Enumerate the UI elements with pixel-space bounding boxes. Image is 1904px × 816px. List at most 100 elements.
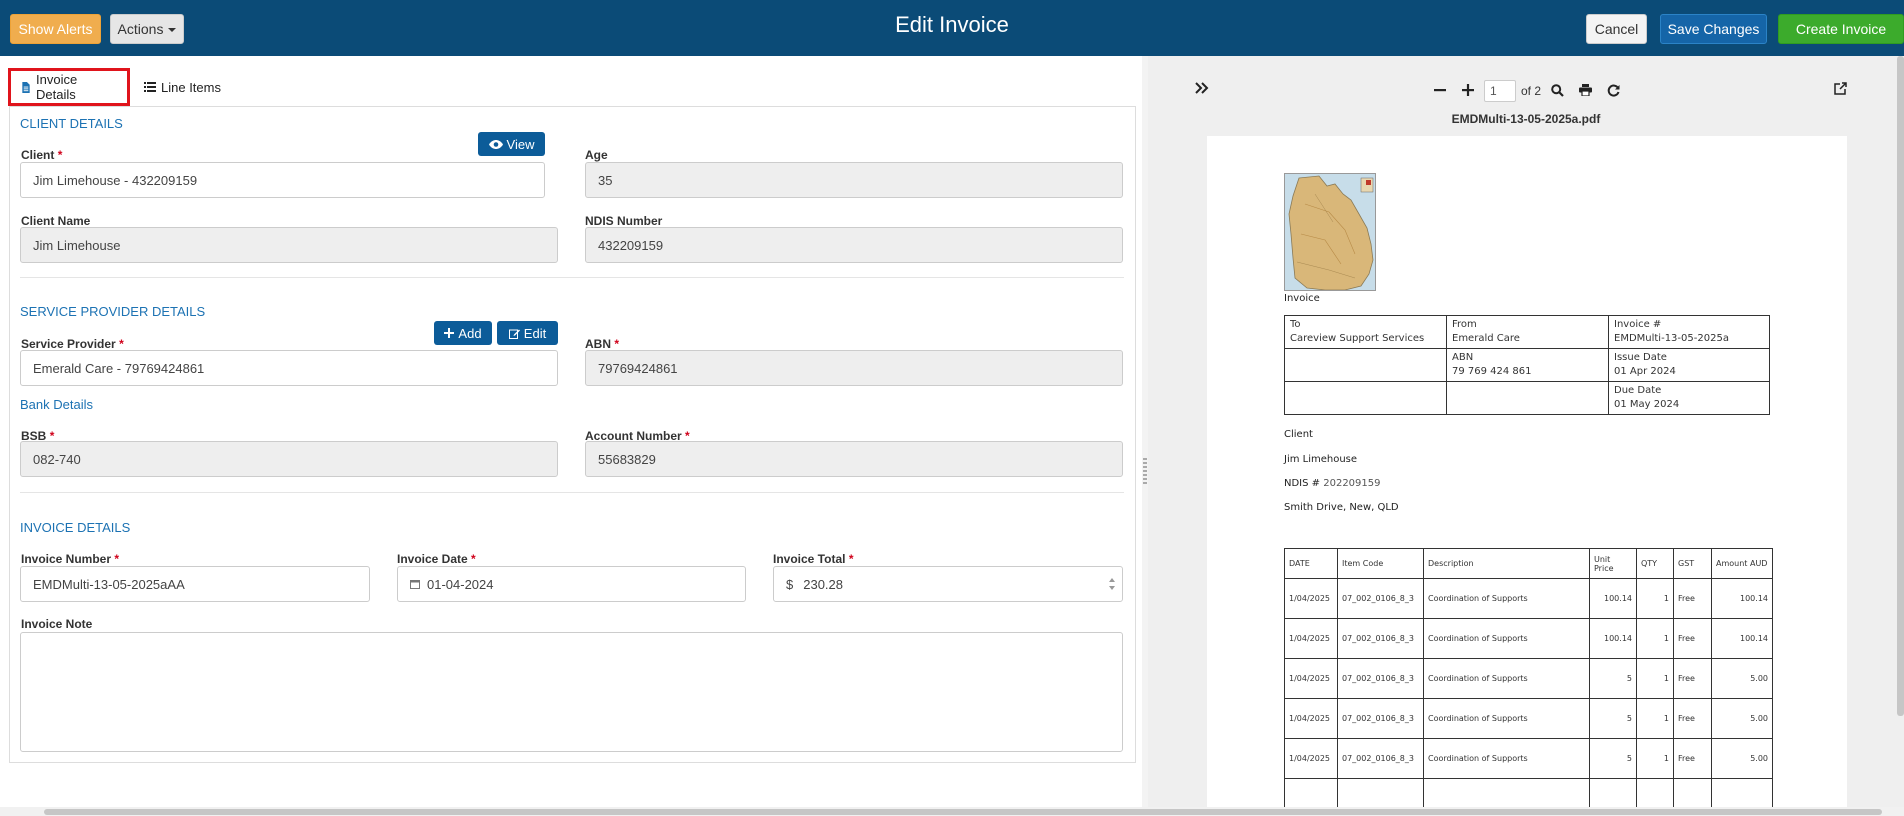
invoice-total-label: Invoice Total * bbox=[773, 552, 854, 566]
actions-label: Actions bbox=[117, 21, 164, 37]
pdf-abn-cell: ABN 79 769 424 861 bbox=[1446, 348, 1609, 382]
pdf-due-label: Due Date bbox=[1614, 385, 1662, 396]
horizontal-scrollbar-thumb[interactable] bbox=[44, 809, 1882, 815]
pdf-line-cell: 1 bbox=[1636, 698, 1674, 739]
page-number-value: 1 bbox=[1490, 84, 1497, 98]
zoom-out-icon[interactable] bbox=[1432, 82, 1448, 98]
add-provider-button[interactable]: Add bbox=[434, 321, 492, 345]
client-select[interactable]: Jim Limehouse - 432209159 bbox=[20, 162, 545, 198]
pdf-line-cell: 100.14 bbox=[1589, 578, 1637, 619]
pdf-col-description: Description bbox=[1423, 548, 1590, 579]
invoice-note-textarea[interactable] bbox=[20, 632, 1123, 752]
file-icon bbox=[22, 81, 30, 93]
external-link-icon[interactable] bbox=[1832, 80, 1848, 96]
pdf-line-items-table: DATE Item Code Description Unit Price QT… bbox=[1284, 548, 1773, 809]
pdf-line-cell: Free bbox=[1673, 578, 1712, 619]
tab-invoice-details[interactable]: Invoice Details bbox=[8, 68, 130, 106]
collapse-panel-icon[interactable] bbox=[1194, 80, 1210, 96]
cancel-label: Cancel bbox=[1594, 21, 1639, 37]
pdf-to-cell: To Careview Support Services bbox=[1284, 315, 1447, 349]
pdf-ndis-label: NDIS # bbox=[1284, 478, 1321, 489]
pdf-col-date: DATE bbox=[1284, 548, 1338, 579]
edit-provider-label: Edit bbox=[523, 325, 547, 341]
pdf-line-cell: Coordination of Supports bbox=[1423, 698, 1590, 739]
pdf-line-cell: 1/04/2025 bbox=[1284, 738, 1338, 779]
pdf-line-cell: Coordination of Supports bbox=[1423, 578, 1590, 619]
tab-line-items[interactable]: Line Items bbox=[134, 68, 234, 106]
list-icon bbox=[144, 82, 156, 92]
pdf-from-label: From bbox=[1452, 319, 1477, 330]
invoice-number-label: Invoice Number * bbox=[21, 552, 120, 566]
account-number-field: 55683829 bbox=[585, 441, 1123, 477]
calendar-icon bbox=[410, 580, 420, 589]
show-alerts-button[interactable]: Show Alerts bbox=[10, 14, 101, 44]
cancel-button[interactable]: Cancel bbox=[1586, 14, 1647, 44]
pdf-heading: Invoice bbox=[1284, 293, 1320, 304]
pdf-empty-cell bbox=[1284, 348, 1447, 382]
pdf-line-row: 1/04/2025 07_002_0106_8_3 Coordination of … bbox=[1284, 618, 1773, 659]
pdf-ndis-value: 202209159 bbox=[1323, 478, 1381, 489]
pdf-line-cell bbox=[1284, 778, 1338, 809]
client-select-value: Jim Limehouse - 432209159 bbox=[33, 172, 198, 188]
eye-icon bbox=[488, 139, 503, 149]
pdf-line-cell: 5.00 bbox=[1711, 738, 1773, 779]
pdf-issue-value: 01 Apr 2024 bbox=[1614, 366, 1676, 377]
abn-field: 79769424861 bbox=[585, 350, 1123, 386]
pdf-col-amount: Amount AUD bbox=[1711, 548, 1773, 579]
pdf-issue-date-cell: Issue Date 01 Apr 2024 bbox=[1608, 348, 1770, 382]
page-number-input[interactable]: 1 bbox=[1484, 80, 1516, 102]
pdf-line-row: 1/04/2025 07_002_0106_8_3 Coordination of … bbox=[1284, 578, 1773, 619]
splitter-grip-icon[interactable] bbox=[1143, 458, 1147, 486]
pdf-from-cell: From Emerald Care bbox=[1446, 315, 1609, 349]
service-provider-title: SERVICE PROVIDER DETAILS bbox=[20, 304, 206, 319]
pdf-line-row: 1/04/2025 07_002_0106_8_3 Coordination of … bbox=[1284, 698, 1773, 739]
pdf-line-cell: Free bbox=[1673, 658, 1712, 699]
pdf-line-cell: 5 bbox=[1589, 698, 1637, 739]
pdf-line-cell: 100.14 bbox=[1589, 618, 1637, 659]
view-client-label: View bbox=[506, 136, 535, 152]
pdf-line-cell: 5.00 bbox=[1711, 658, 1773, 699]
pdf-logo-map bbox=[1284, 173, 1376, 291]
page-count: of 2 bbox=[1521, 84, 1542, 98]
pdf-line-cell bbox=[1589, 778, 1637, 809]
client-name-value: Jim Limehouse bbox=[33, 237, 121, 253]
pdf-issue-label: Issue Date bbox=[1614, 352, 1667, 363]
ndis-number-value: 432209159 bbox=[598, 237, 664, 253]
abn-value: 79769424861 bbox=[598, 360, 678, 376]
pdf-client-address: Smith Drive, New, QLD bbox=[1284, 502, 1399, 513]
pdf-line-cell: 1/04/2025 bbox=[1284, 578, 1338, 619]
account-number-value: 55683829 bbox=[598, 451, 656, 467]
create-invoice-button[interactable]: Create Invoice bbox=[1778, 14, 1904, 44]
ndis-number-label: NDIS Number bbox=[585, 214, 663, 228]
pdf-client-label: Client bbox=[1284, 429, 1313, 440]
pdf-line-cell: 100.14 bbox=[1711, 618, 1773, 659]
pdf-line-cell: 1 bbox=[1636, 618, 1674, 659]
edit-provider-button[interactable]: Edit bbox=[497, 321, 558, 345]
caret-down-icon bbox=[168, 28, 177, 32]
service-provider-select[interactable]: Emerald Care - 79769424861 bbox=[20, 350, 558, 386]
bsb-field: 082-740 bbox=[20, 441, 558, 477]
search-icon[interactable] bbox=[1549, 82, 1565, 98]
invoice-date-input[interactable]: 01-04-2024 bbox=[397, 566, 746, 602]
pdf-line-cell: 5 bbox=[1589, 738, 1637, 779]
zoom-in-icon[interactable] bbox=[1460, 82, 1476, 98]
vertical-scrollbar[interactable] bbox=[1897, 56, 1904, 716]
number-spinner-icon[interactable] bbox=[1108, 577, 1116, 591]
tab-line-items-label: Line Items bbox=[161, 79, 221, 95]
view-client-button[interactable]: View bbox=[478, 132, 545, 156]
pdf-line-cell: 1/04/2025 bbox=[1284, 618, 1338, 659]
pdf-empty-cell bbox=[1446, 381, 1609, 415]
bsb-value: 082-740 bbox=[33, 451, 81, 467]
refresh-icon[interactable] bbox=[1605, 82, 1621, 98]
pdf-line-cell: 1 bbox=[1636, 658, 1674, 699]
save-changes-button[interactable]: Save Changes bbox=[1660, 14, 1767, 44]
invoice-total-value: 230.28 bbox=[803, 576, 843, 592]
actions-dropdown-button[interactable]: Actions bbox=[110, 14, 184, 44]
pdf-client-name: Jim Limehouse bbox=[1284, 454, 1358, 465]
pdf-abn-label: ABN bbox=[1452, 352, 1474, 363]
invoice-number-input[interactable]: EMDMulti-13-05-2025aAA bbox=[20, 566, 370, 602]
invoice-total-input[interactable]: $ 230.28 bbox=[773, 566, 1123, 602]
pdf-line-cell: 07_002_0106_8_3 bbox=[1337, 698, 1424, 739]
pdf-line-cell: 100.14 bbox=[1711, 578, 1773, 619]
print-icon[interactable] bbox=[1577, 82, 1593, 98]
